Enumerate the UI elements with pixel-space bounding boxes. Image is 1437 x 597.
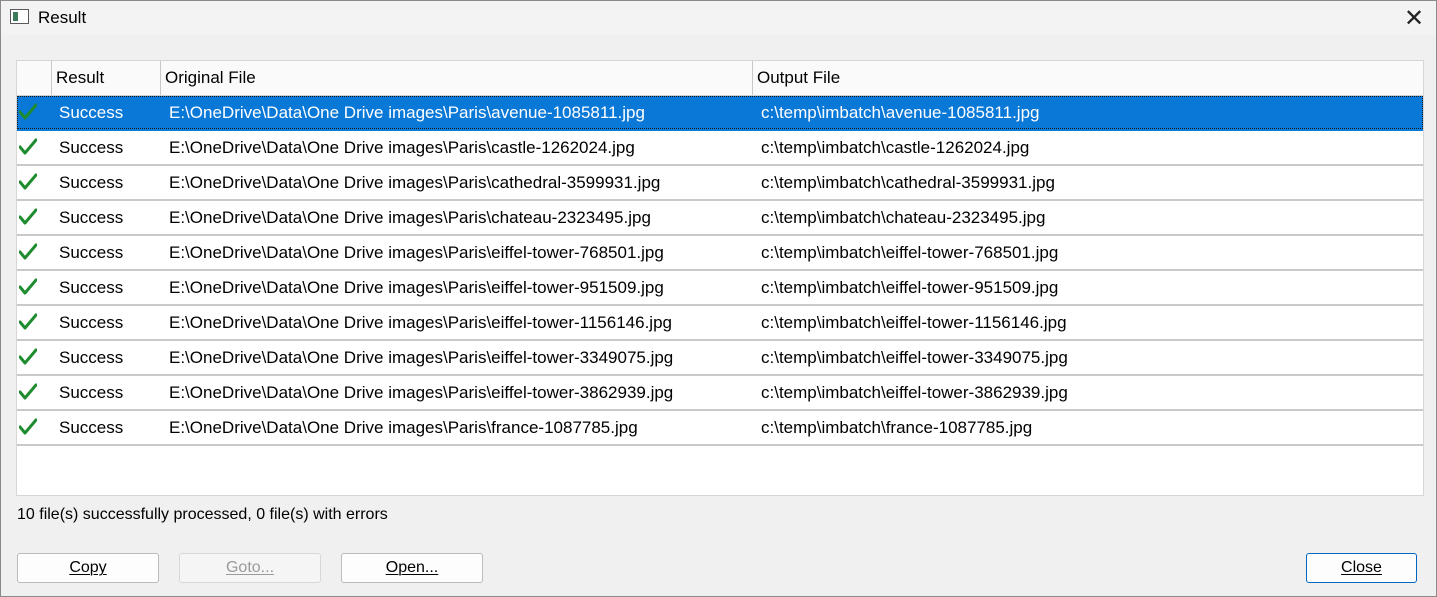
- row-output-file: c:\temp\imbatch\eiffel-tower-768501.jpg: [761, 243, 1059, 262]
- row-output-file: c:\temp\imbatch\eiffel-tower-951509.jpg: [761, 278, 1059, 297]
- row-output-file: c:\temp\imbatch\eiffel-tower-3349075.jpg: [761, 348, 1068, 367]
- column-header-original-file[interactable]: Original File: [161, 61, 753, 95]
- green-checkmark-icon: [18, 278, 38, 296]
- table-row[interactable]: Success E:\OneDrive\Data\One Drive images…: [17, 166, 1423, 201]
- status-summary: 10 file(s) successfully processed, 0 fil…: [17, 506, 388, 523]
- table-row[interactable]: Success E:\OneDrive\Data\One Drive images…: [17, 271, 1423, 306]
- copy-button[interactable]: Copy: [17, 553, 159, 583]
- green-checkmark-icon: [18, 313, 38, 331]
- row-result: Success: [59, 278, 124, 297]
- row-result: Success: [59, 243, 124, 262]
- row-result: Success: [59, 138, 124, 157]
- results-table[interactable]: Result Original File Output File Success…: [16, 60, 1424, 496]
- goto-button[interactable]: Goto...: [179, 553, 321, 583]
- title-bar: Result ✕: [1, 1, 1436, 35]
- row-original-file: E:\OneDrive\Data\One Drive images\Paris\…: [169, 243, 664, 262]
- table-row[interactable]: Success E:\OneDrive\Data\One Drive images…: [17, 236, 1423, 271]
- row-output-file: c:\temp\imbatch\france-1087785.jpg: [761, 418, 1033, 437]
- table-row[interactable]: Success E:\OneDrive\Data\One Drive images…: [17, 96, 1423, 131]
- row-result: Success: [59, 173, 124, 192]
- app-window-icon: [10, 9, 29, 24]
- row-result: Success: [59, 103, 124, 122]
- row-result: Success: [59, 208, 124, 227]
- row-output-file: c:\temp\imbatch\eiffel-tower-1156146.jpg: [761, 313, 1067, 332]
- open-button[interactable]: Open...: [341, 553, 483, 583]
- table-row[interactable]: Success E:\OneDrive\Data\One Drive images…: [17, 201, 1423, 236]
- row-original-file: E:\OneDrive\Data\One Drive images\Paris\…: [169, 418, 638, 437]
- green-checkmark-icon: [18, 138, 38, 156]
- green-checkmark-icon: [18, 418, 38, 436]
- table-row[interactable]: Success E:\OneDrive\Data\One Drive images…: [17, 411, 1423, 446]
- table-header: Result Original File Output File: [17, 61, 1423, 96]
- row-original-file: E:\OneDrive\Data\One Drive images\Paris\…: [169, 313, 672, 332]
- green-checkmark-icon: [18, 103, 38, 121]
- window-close-icon[interactable]: ✕: [1392, 1, 1436, 35]
- row-result: Success: [59, 418, 124, 437]
- green-checkmark-icon: [18, 173, 38, 191]
- row-original-file: E:\OneDrive\Data\One Drive images\Paris\…: [169, 208, 651, 227]
- row-original-file: E:\OneDrive\Data\One Drive images\Paris\…: [169, 383, 674, 402]
- table-row[interactable]: Success E:\OneDrive\Data\One Drive images…: [17, 131, 1423, 166]
- table-row[interactable]: Success E:\OneDrive\Data\One Drive images…: [17, 306, 1423, 341]
- row-original-file: E:\OneDrive\Data\One Drive images\Paris\…: [169, 138, 635, 157]
- row-output-file: c:\temp\imbatch\chateau-2323495.jpg: [761, 208, 1046, 227]
- row-original-file: E:\OneDrive\Data\One Drive images\Paris\…: [169, 348, 674, 367]
- window-title: Result: [38, 8, 87, 27]
- row-output-file: c:\temp\imbatch\cathedral-3599931.jpg: [761, 173, 1055, 192]
- table-row[interactable]: Success E:\OneDrive\Data\One Drive images…: [17, 376, 1423, 411]
- row-output-file: c:\temp\imbatch\eiffel-tower-3862939.jpg: [761, 383, 1068, 402]
- result-dialog: Result ✕ Result Original File Output Fil…: [0, 0, 1437, 597]
- column-header-output-file[interactable]: Output File: [753, 61, 1423, 95]
- row-original-file: E:\OneDrive\Data\One Drive images\Paris\…: [169, 173, 661, 192]
- green-checkmark-icon: [18, 348, 38, 366]
- column-header-icon[interactable]: [17, 61, 52, 95]
- row-output-file: c:\temp\imbatch\castle-1262024.jpg: [761, 138, 1030, 157]
- close-button[interactable]: Close: [1306, 553, 1417, 583]
- green-checkmark-icon: [18, 243, 38, 261]
- row-output-file: c:\temp\imbatch\avenue-1085811.jpg: [761, 103, 1040, 122]
- table-row[interactable]: Success E:\OneDrive\Data\One Drive images…: [17, 341, 1423, 376]
- row-original-file: E:\OneDrive\Data\One Drive images\Paris\…: [169, 103, 645, 122]
- column-header-result[interactable]: Result: [52, 61, 161, 95]
- row-original-file: E:\OneDrive\Data\One Drive images\Paris\…: [169, 278, 664, 297]
- green-checkmark-icon: [18, 383, 38, 401]
- row-result: Success: [59, 348, 124, 367]
- row-result: Success: [59, 383, 124, 402]
- green-checkmark-icon: [18, 208, 38, 226]
- row-result: Success: [59, 313, 124, 332]
